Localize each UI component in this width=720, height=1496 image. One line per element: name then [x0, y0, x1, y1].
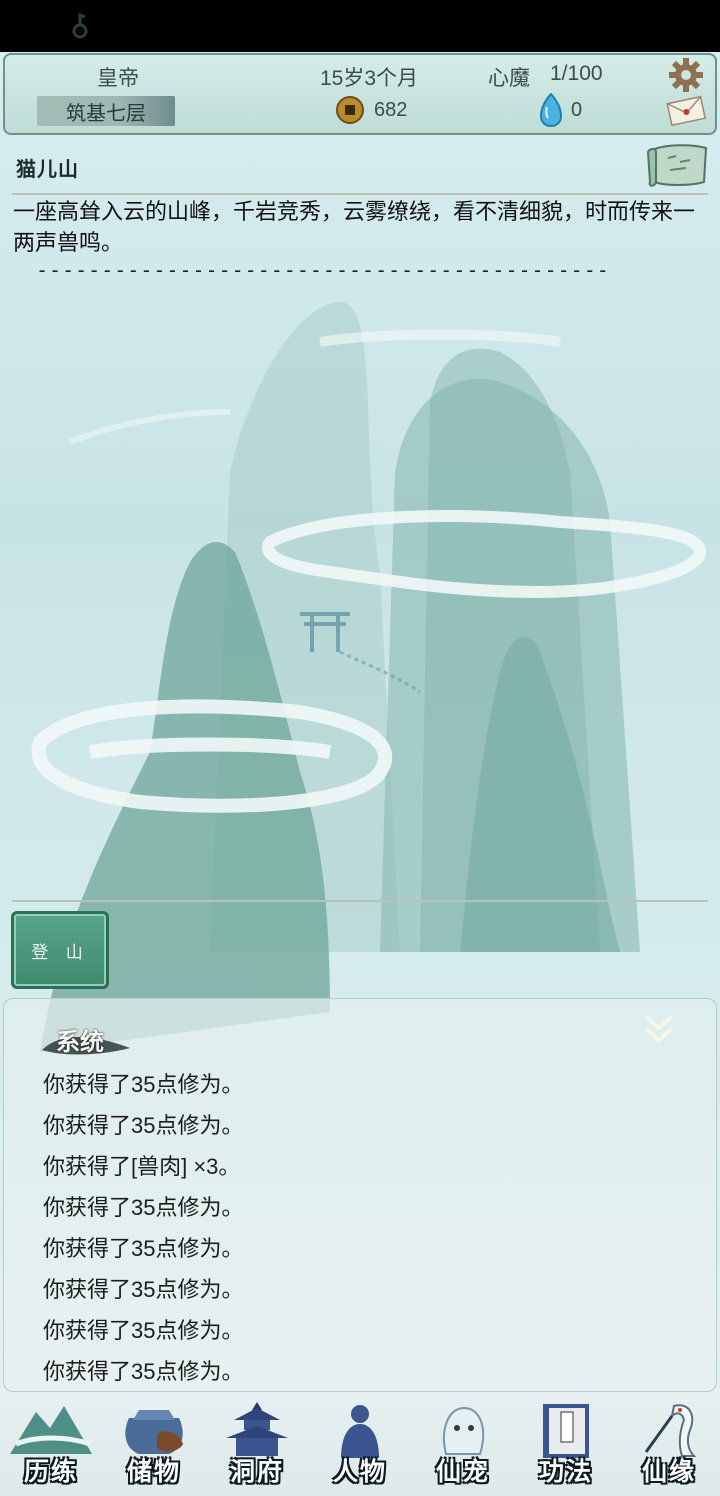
demon-value: 1/100 — [550, 62, 603, 85]
coin-count: 682 — [374, 99, 408, 121]
person-icon — [341, 1405, 379, 1458]
pet-icon — [443, 1406, 485, 1455]
log-entry: 你获得了35点修为。 — [43, 1318, 244, 1343]
log-entry: 你获得了35点修为。 — [43, 1072, 244, 1097]
nav-item-pet[interactable]: 仙宠 — [412, 1392, 514, 1496]
player-title: 皇帝 — [97, 67, 139, 90]
crane-icon — [644, 1404, 697, 1457]
location-divider-top — [12, 193, 708, 195]
status-bar — [0, 0, 720, 52]
coin-icon — [336, 96, 364, 124]
nav-label: 人物 — [332, 1457, 387, 1486]
bottom-navigation: 历练 储物 洞府 人物 仙宠 功法 仙缘 — [0, 1392, 720, 1496]
book-icon — [543, 1404, 589, 1458]
nav-item-cave[interactable]: 洞府 — [206, 1392, 308, 1496]
gem-count: 0 — [571, 99, 583, 121]
age-text: 15岁3个月 — [320, 67, 419, 90]
log-entry: 你获得了35点修为。 — [43, 1277, 244, 1302]
chevron-double-down-icon[interactable] — [644, 1014, 674, 1046]
demon-label: 心魔 — [488, 67, 530, 90]
nav-label: 功法 — [538, 1457, 593, 1486]
nav-label: 历练 — [23, 1457, 78, 1486]
log-entry: 你获得了35点修为。 — [43, 1236, 244, 1261]
climb-mountain-button[interactable]: 登 山 — [11, 911, 109, 989]
location-name: 猫儿山 — [16, 157, 79, 181]
bag-icon — [125, 1410, 183, 1454]
gem-icon — [539, 93, 563, 127]
log-entry: 你获得了[兽肉] ×3。 — [43, 1154, 241, 1179]
log-entry: 你获得了35点修为。 — [43, 1359, 244, 1384]
mail-icon[interactable] — [665, 94, 707, 126]
description-separator: ----------------------------------------… — [36, 258, 610, 282]
pagoda-icon — [226, 1402, 288, 1456]
nav-item-training[interactable]: 历练 — [0, 1392, 102, 1496]
nav-label: 仙宠 — [435, 1457, 490, 1486]
nav-label: 仙缘 — [641, 1457, 696, 1486]
log-entry: 你获得了35点修为。 — [43, 1195, 244, 1220]
nav-item-character[interactable]: 人物 — [309, 1392, 411, 1496]
nav-label: 储物 — [126, 1457, 181, 1486]
location-description: 一座高耸入云的山峰，千岩竞秀，云雾缭绕，看不清细貌，时而传来一两声兽鸣。 — [13, 199, 696, 255]
log-entry: 你获得了35点修为。 — [43, 1113, 244, 1138]
nav-item-skills[interactable]: 功法 — [515, 1392, 617, 1496]
nav-label: 洞府 — [229, 1457, 284, 1486]
log-list: 你获得了35点修为。 你获得了35点修为。 你获得了[兽肉] ×3。 你获得了3… — [43, 1068, 243, 1396]
nav-item-fortune[interactable]: 仙缘 — [618, 1392, 720, 1496]
nav-item-storage[interactable]: 储物 — [103, 1392, 205, 1496]
log-title: 系统 — [56, 1027, 104, 1056]
rank-icon — [72, 13, 88, 39]
actions-divider — [12, 900, 708, 902]
map-scroll-icon[interactable] — [646, 142, 712, 190]
mountain-icon — [10, 1406, 92, 1454]
gear-icon[interactable] — [668, 57, 704, 93]
realm-badge[interactable]: 筑基七层 — [37, 96, 175, 126]
